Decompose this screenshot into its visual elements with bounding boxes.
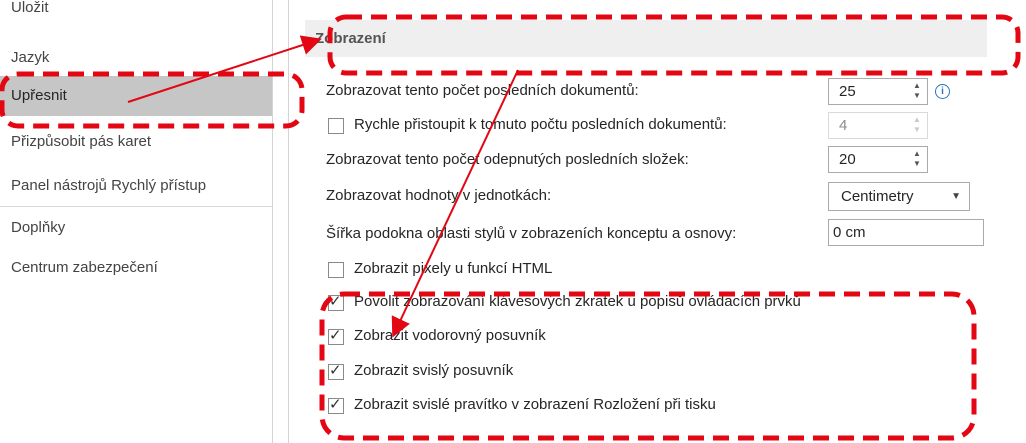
annotation-highlight-advanced — [0, 71, 305, 129]
annotation-highlight-scrollbars — [319, 291, 977, 441]
annotation-arrow-to-section — [127, 35, 322, 103]
annotation-overlay — [0, 14, 1021, 441]
annotation-highlight-section — [327, 14, 1021, 76]
